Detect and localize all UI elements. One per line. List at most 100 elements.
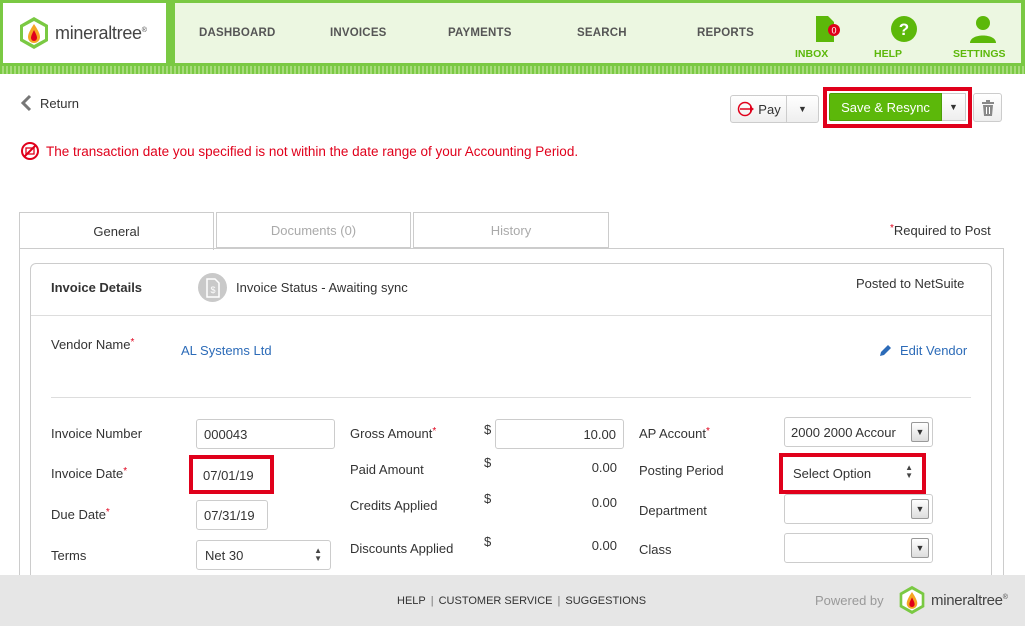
credits-applied-currency: $ [484,491,492,506]
caret-down-icon: ▼ [911,499,929,519]
nav-inbox-label: INBOX [795,48,829,60]
nav-dashboard[interactable]: DASHBOARD [199,27,276,39]
discounts-applied-currency: $ [484,534,492,549]
nav-invoices[interactable]: INVOICES [330,27,387,39]
department-select[interactable]: ▼ [784,494,933,524]
paid-amount-value: 0.00 [591,460,617,475]
posting-period-select[interactable]: Select Option ▲ ▼ [786,459,919,487]
discounts-applied-value: 0.00 [591,538,617,553]
credits-applied-value: 0.00 [591,495,617,510]
svg-text:?: ? [899,20,909,39]
help-icon: ? [891,16,917,42]
paid-amount-currency: $ [484,455,492,470]
posted-status: Posted to NetSuite [856,276,965,291]
nav-settings[interactable]: SETTINGS [953,15,1013,60]
section-divider [51,397,971,398]
caret-down-icon: ▼ [949,102,958,112]
error-banner: The transaction date you specified is no… [20,141,578,161]
ap-account-value: 2000 2000 Accour [791,424,896,440]
nav-inbox[interactable]: 0 INBOX [795,15,855,60]
ap-account-label: AP Account* [639,426,710,441]
save-resync-button[interactable]: Save & Resync [829,93,942,121]
nav-settings-label: SETTINGS [953,48,1006,60]
nav-help-label: HELP [874,48,903,60]
footer-help-link[interactable]: HELP [397,595,426,607]
nav-search[interactable]: SEARCH [577,27,627,39]
tab-general[interactable]: General [19,212,214,250]
error-icon [21,142,39,160]
terms-value: Net 30 [205,547,244,563]
vendor-name-label: Vendor Name* [51,337,135,352]
ap-account-select[interactable]: 2000 2000 Accour ▼ [784,417,933,447]
pay-button[interactable]: Pay [730,95,787,123]
return-link[interactable]: Return [20,94,79,112]
gross-amount-currency: $ [484,422,492,437]
main-nav: DASHBOARD INVOICES PAYMENTS SEARCH REPOR… [175,3,1021,63]
inbox-icon: 0 [816,16,840,42]
footer-separator: | [557,595,561,607]
nav-payments[interactable]: PAYMENTS [448,27,512,39]
logo-drop-icon [20,17,48,49]
invoice-details-header [31,264,991,316]
footer-brand-name: mineraltree® [931,591,1008,609]
nav-help[interactable]: ? HELP [874,15,934,60]
invoice-date-input[interactable]: 07/01/19 [196,460,267,490]
svg-text:$: $ [210,285,215,295]
gross-amount-input[interactable]: 10.00 [495,419,624,449]
trash-icon [981,99,994,116]
posting-period-label: Posting Period [639,463,724,478]
required-note: *Required to Post [890,223,991,238]
terms-select[interactable]: Net 30 ▲ ▼ [196,540,331,570]
discounts-applied-label: Discounts Applied [350,541,454,556]
brand-logo[interactable]: mineraltree® [3,3,166,63]
invoice-status-icon: $ [198,273,227,302]
footer-separator: | [430,595,434,607]
vendor-name-link[interactable]: AL Systems Ltd [181,343,272,358]
brand-name: mineraltree® [55,22,147,43]
app-header: mineraltree® DASHBOARD INVOICES PAYMENTS… [0,0,1025,66]
due-date-input[interactable]: 07/31/19 [196,500,268,530]
footer-suggestions-link[interactable]: SUGGESTIONS [565,595,646,607]
pay-dropdown-button[interactable]: ▼ [787,95,819,123]
document-dollar-icon: $ [205,277,220,298]
svg-text:0: 0 [831,26,836,36]
footer-logo: mineraltree® [897,585,1008,615]
chevron-left-icon [20,94,32,112]
logo-drop-icon [899,585,925,615]
invoice-number-input[interactable]: 000043 [196,419,335,449]
edit-vendor-link[interactable]: Edit Vendor [879,343,967,358]
posting-period-value: Select Option [793,465,872,481]
error-message: The transaction date you specified is no… [46,143,579,159]
save-dropdown-button[interactable]: ▼ [942,93,966,121]
caret-down-icon: ▼ [911,422,929,442]
invoice-number-label: Invoice Number [51,426,143,441]
pay-cycle-icon [738,101,755,117]
tab-documents[interactable]: Documents (0) [216,212,411,248]
return-label: Return [40,95,80,111]
footer-customer-service-link[interactable]: CUSTOMER SERVICE [439,595,553,607]
invoice-date-label: Invoice Date* [51,466,128,481]
terms-label: Terms [51,548,87,563]
settings-user-icon [970,16,996,43]
pencil-icon [880,345,891,356]
header-stripe [0,66,1025,74]
updown-arrows-icon: ▲ ▼ [905,463,913,480]
pay-label: Pay [758,101,781,117]
nav-reports[interactable]: REPORTS [697,27,754,39]
caret-down-icon: ▼ [798,104,807,114]
caret-down-icon: ▼ [911,538,929,558]
due-date-label: Due Date* [51,507,110,522]
section-title: Invoice Details [51,280,143,295]
invoice-status: Invoice Status - Awaiting sync [236,280,408,295]
edit-vendor-label: Edit Vendor [900,343,968,358]
footer-links: HELP | CUSTOMER SERVICE | SUGGESTIONS [397,595,646,607]
updown-arrows-icon: ▲ ▼ [314,546,322,563]
class-label: Class [639,542,672,557]
department-label: Department [639,503,707,518]
delete-button[interactable] [973,93,1002,122]
credits-applied-label: Credits Applied [350,498,438,513]
gross-amount-label: Gross Amount* [350,426,437,441]
powered-by-label: Powered by [815,593,884,608]
tab-history[interactable]: History [413,212,609,248]
class-select[interactable]: ▼ [784,533,933,563]
